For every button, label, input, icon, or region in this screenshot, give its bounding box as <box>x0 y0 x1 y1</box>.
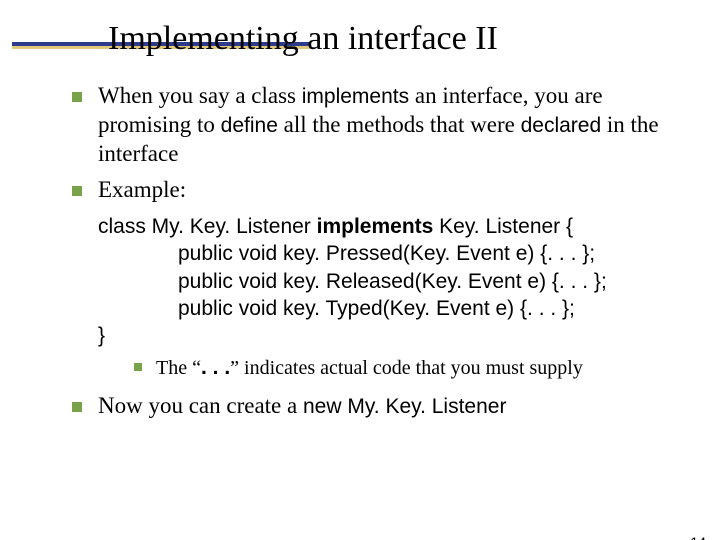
slide-title: Implementing an interface II <box>108 20 720 58</box>
code-line: class My. Key. Listener implements Key. … <box>98 213 692 240</box>
slide-body: When you say a class implements an inter… <box>68 82 692 420</box>
text: Key. Listener { <box>433 215 573 238</box>
sub-bullet-list: The “. . .” indicates actual code that y… <box>132 355 692 381</box>
keyword-define: define <box>221 114 278 137</box>
code-line: public void key. Pressed(Key. Event e) {… <box>98 240 692 267</box>
code-line: public void key. Released(Key. Event e) … <box>98 268 692 295</box>
sub-bullet-ellipsis: The “. . .” indicates actual code that y… <box>132 355 692 381</box>
ellipsis: . . . <box>201 356 230 379</box>
bullet-example: Example: <box>68 176 692 205</box>
text: ” indicates actual code that you must su… <box>230 357 583 379</box>
bullet-now-create: Now you can create a new My. Key. Listen… <box>68 392 692 421</box>
code-block: class My. Key. Listener implements Key. … <box>98 213 692 349</box>
text: The “ <box>156 357 201 379</box>
keyword-declared: declared <box>521 114 602 137</box>
bullet-list-2: Now you can create a new My. Key. Listen… <box>68 392 692 421</box>
bullet-implements: When you say a class implements an inter… <box>68 82 692 168</box>
code-line: } <box>98 322 692 349</box>
text: all the methods that were <box>278 112 521 137</box>
keyword-implements: implements <box>317 215 434 238</box>
page-number: 14 <box>690 534 706 540</box>
text: class My. Key. Listener <box>98 215 317 238</box>
title-area: Implementing an interface II <box>0 20 720 58</box>
text: When you say a class <box>98 83 302 108</box>
code-line: public void key. Typed(Key. Event e) {. … <box>98 295 692 322</box>
bullet-list: When you say a class implements an inter… <box>68 82 692 205</box>
code-inline: new My. Key. Listener <box>303 395 506 418</box>
keyword-implements: implements <box>302 85 409 108</box>
text: Now you can create a <box>98 393 303 418</box>
